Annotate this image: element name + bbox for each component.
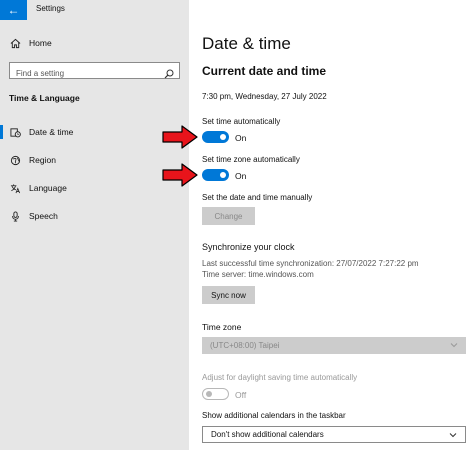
annotation-arrow-icon xyxy=(162,163,198,187)
time-zone-label: Time zone xyxy=(202,322,242,332)
calendar-clock-icon xyxy=(9,126,21,138)
manual-set-label: Set the date and time manually xyxy=(202,193,313,202)
sync-heading: Synchronize your clock xyxy=(202,242,295,252)
current-datetime: 7:30 pm, Wednesday, 27 July 2022 xyxy=(202,92,327,101)
page-title: Date & time xyxy=(202,34,291,53)
sidebar-item-label: Language xyxy=(29,183,67,193)
search-input[interactable] xyxy=(10,66,160,81)
home-icon xyxy=(9,37,21,49)
sidebar-item-home[interactable]: Home xyxy=(0,32,189,54)
toggle-knob xyxy=(220,134,226,140)
chevron-down-icon xyxy=(450,341,458,349)
set-zone-auto-state: On xyxy=(235,171,247,181)
sidebar-item-label: Date & time xyxy=(29,127,74,137)
last-sync-text: Last successful time synchronization: 27… xyxy=(202,259,419,268)
calendars-value: Don't show additional calendars xyxy=(211,430,324,439)
back-arrow-icon: ← xyxy=(7,3,20,17)
section-subtitle: Current date and time xyxy=(202,64,327,78)
sync-now-button[interactable]: Sync now xyxy=(202,286,255,304)
time-server-text: Time server: time.windows.com xyxy=(202,270,314,279)
time-zone-dropdown[interactable]: (UTC+08:00) Taipei xyxy=(202,337,466,354)
calendars-dropdown[interactable]: Don't show additional calendars xyxy=(202,426,466,443)
daylight-label: Adjust for daylight saving time automati… xyxy=(202,373,358,382)
section-title: Time & Language xyxy=(9,93,80,103)
toggle-knob xyxy=(206,391,212,397)
globe-icon xyxy=(9,154,21,166)
sidebar-item-date-time[interactable]: Date & time xyxy=(0,121,189,143)
main-panel: Date & time Current date and time 7:30 p… xyxy=(189,0,474,450)
calendars-label: Show additional calendars in the taskbar xyxy=(202,411,346,420)
change-button[interactable]: Change xyxy=(202,207,255,225)
microphone-icon xyxy=(9,210,21,222)
set-zone-auto-toggle[interactable] xyxy=(202,169,229,181)
set-time-auto-state: On xyxy=(235,133,247,143)
set-time-auto-toggle[interactable] xyxy=(202,131,229,143)
daylight-state: Off xyxy=(235,390,247,400)
sidebar-item-label: Speech xyxy=(29,211,58,221)
set-time-auto-label: Set time automatically xyxy=(202,117,281,126)
language-icon xyxy=(9,182,21,194)
back-button[interactable]: ← xyxy=(0,0,27,20)
search-box[interactable] xyxy=(9,62,180,81)
time-zone-value: (UTC+08:00) Taipei xyxy=(210,341,280,350)
sidebar-item-language[interactable]: Language xyxy=(0,177,189,199)
daylight-toggle[interactable] xyxy=(202,388,229,400)
search-icon[interactable] xyxy=(164,66,174,79)
chevron-down-icon xyxy=(449,431,457,439)
sidebar-item-label: Home xyxy=(29,38,52,48)
set-zone-auto-label: Set time zone automatically xyxy=(202,155,300,164)
sidebar-item-region[interactable]: Region xyxy=(0,149,189,171)
sidebar-item-speech[interactable]: Speech xyxy=(0,205,189,227)
app-title: Settings xyxy=(36,4,65,13)
title-bar: ← Settings xyxy=(0,0,189,20)
sidebar-item-label: Region xyxy=(29,155,56,165)
annotation-arrow-icon xyxy=(162,125,198,149)
sidebar: ← Settings Home Time & Language Date & t… xyxy=(0,0,189,450)
toggle-knob xyxy=(220,172,226,178)
